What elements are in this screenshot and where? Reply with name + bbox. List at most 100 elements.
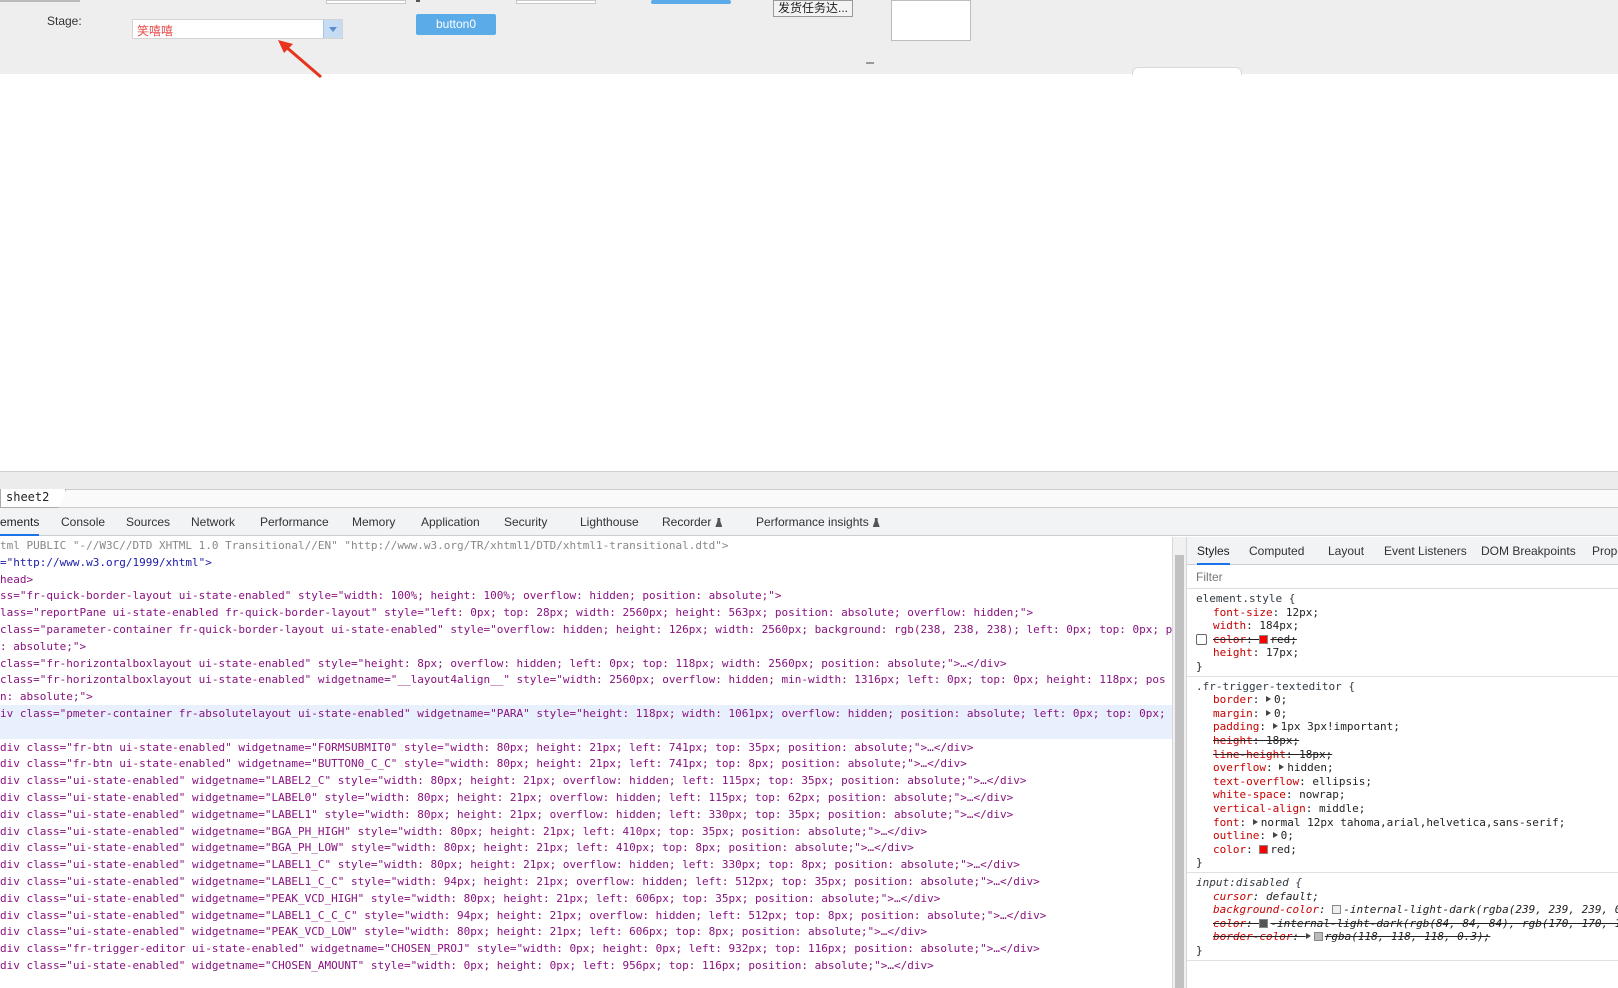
css-declaration[interactable]: text-overflow: ellipsis; xyxy=(1187,775,1618,789)
property-value[interactable]: -internal-light-dark(rgba(239, 239, 239,… xyxy=(1343,903,1618,916)
tab-recorder[interactable]: Recorder xyxy=(662,508,723,536)
property-name[interactable]: background-color xyxy=(1213,903,1319,916)
tab-memory[interactable]: Memory xyxy=(352,508,395,536)
tab-layout[interactable]: Layout xyxy=(1328,537,1364,565)
property-value[interactable]: 184px; xyxy=(1259,619,1299,632)
color-swatch-icon[interactable] xyxy=(1259,918,1269,928)
property-name[interactable]: outline xyxy=(1213,829,1259,842)
property-value[interactable]: 12px; xyxy=(1286,606,1319,619)
expand-triangle-icon[interactable] xyxy=(1272,723,1278,730)
tab-properties[interactable]: Prope xyxy=(1592,537,1618,565)
css-declaration[interactable]: line-height: 18px; xyxy=(1187,748,1618,762)
color-swatch-icon[interactable] xyxy=(1259,844,1269,854)
property-name[interactable]: font xyxy=(1213,816,1240,829)
tab-performance-insights[interactable]: Performance insights xyxy=(756,508,880,536)
dom-node-line[interactable]: class="fr-horizontalboxlayout ui-state-e… xyxy=(0,671,1172,688)
property-value[interactable]: default; xyxy=(1266,890,1319,903)
css-declaration[interactable]: margin: 0; xyxy=(1187,707,1618,721)
property-name[interactable]: padding xyxy=(1213,720,1259,733)
css-declaration[interactable]: color: red; xyxy=(1187,843,1618,857)
tab-dom-breakpoints[interactable]: DOM Breakpoints xyxy=(1481,537,1576,565)
dom-node-line[interactable]: : absolute;"> xyxy=(0,638,1172,655)
property-value[interactable]: 17px; xyxy=(1266,646,1299,659)
property-value[interactable]: red; xyxy=(1270,633,1297,646)
property-name[interactable]: white-space xyxy=(1213,788,1286,801)
dom-node-line[interactable]: div class="ui-state-enabled" widgetname=… xyxy=(0,789,1172,806)
color-swatch-icon[interactable] xyxy=(1259,634,1269,644)
property-value[interactable]: 0; xyxy=(1281,829,1294,842)
color-swatch-icon[interactable] xyxy=(1332,905,1342,915)
dom-node-line[interactable]: class="fr-horizontalboxlayout ui-state-e… xyxy=(0,655,1172,672)
css-declaration[interactable]: font-size: 12px; xyxy=(1187,606,1618,620)
elements-tree[interactable]: tml PUBLIC "-//W3C//DTD XHTML 1.0 Transi… xyxy=(0,537,1172,988)
dom-node-line[interactable]: div class="ui-state-enabled" widgetname=… xyxy=(0,856,1172,873)
tab-event-listeners[interactable]: Event Listeners xyxy=(1384,537,1467,565)
property-name[interactable]: vertical-align xyxy=(1213,802,1306,815)
expand-triangle-icon[interactable] xyxy=(1266,696,1271,703)
tab-network[interactable]: Network xyxy=(191,508,235,536)
css-declaration[interactable]: cursor: default; xyxy=(1187,890,1618,904)
property-name[interactable]: color xyxy=(1213,843,1246,856)
dom-node-line[interactable]: ="http://www.w3.org/1999/xhtml"> xyxy=(0,554,1172,571)
expand-triangle-icon[interactable] xyxy=(1266,709,1271,716)
styles-filter-input[interactable]: Filter xyxy=(1187,565,1618,589)
dom-node-line[interactable]: div class="ui-state-enabled" widgetname=… xyxy=(0,923,1172,940)
css-declaration[interactable]: width: 184px; xyxy=(1187,619,1618,633)
declaration-checkbox[interactable] xyxy=(1196,633,1207,645)
property-name[interactable]: line-height xyxy=(1213,748,1286,761)
dom-node-line[interactable]: div class="fr-btn ui-state-enabled" widg… xyxy=(0,739,1172,756)
color-swatch-icon[interactable] xyxy=(1313,932,1323,942)
property-value[interactable]: 0; xyxy=(1274,693,1287,706)
css-declaration[interactable]: overflow: hidden; xyxy=(1187,761,1618,775)
dom-node-line[interactable]: tml PUBLIC "-//W3C//DTD XHTML 1.0 Transi… xyxy=(0,537,1172,554)
css-declaration[interactable]: color: red; xyxy=(1187,633,1618,647)
property-name[interactable]: font-size xyxy=(1213,606,1273,619)
chevron-down-icon[interactable] xyxy=(323,20,342,38)
dom-node-line[interactable]: ss="fr-quick-border-layout ui-state-enab… xyxy=(0,587,1172,604)
tab-elements[interactable]: ements xyxy=(0,508,40,536)
property-name[interactable]: text-overflow xyxy=(1213,775,1299,788)
tab-application[interactable]: Application xyxy=(421,508,480,536)
sheet-tab[interactable]: sheet2 xyxy=(0,489,67,508)
tab-security[interactable]: Security xyxy=(504,508,547,536)
tab-sources[interactable]: Sources xyxy=(126,508,170,536)
css-declaration[interactable]: font: normal 12px tahoma,arial,helvetica… xyxy=(1187,816,1618,830)
property-value[interactable]: middle; xyxy=(1319,802,1365,815)
scrollbar-thumb[interactable] xyxy=(1175,555,1184,988)
property-name[interactable]: margin xyxy=(1213,707,1253,720)
collapse-handle[interactable] xyxy=(1132,67,1242,75)
dom-node-line[interactable]: div class="fr-trigger-editor ui-state-en… xyxy=(0,940,1172,957)
dom-node-line[interactable]: div class="ui-state-enabled" widgetname=… xyxy=(0,839,1172,856)
property-name[interactable]: overflow xyxy=(1213,761,1266,774)
dispatch-button[interactable]: 发货任务达... xyxy=(773,0,853,17)
button0[interactable]: button0 xyxy=(416,14,496,35)
property-value[interactable]: 1px 3px!important; xyxy=(1281,720,1400,733)
css-declaration[interactable]: background-color: -internal-light-dark(r… xyxy=(1187,903,1618,917)
dom-node-line[interactable]: head> xyxy=(0,571,1172,588)
property-value[interactable]: normal 12px tahoma,arial,helvetica,sans-… xyxy=(1261,816,1566,829)
property-value[interactable]: 18px; xyxy=(1299,748,1332,761)
expand-triangle-icon[interactable] xyxy=(1272,832,1278,839)
property-name[interactable]: height xyxy=(1213,734,1253,747)
css-declaration[interactable]: white-space: nowrap; xyxy=(1187,788,1618,802)
expand-triangle-icon[interactable] xyxy=(1252,818,1258,825)
css-declaration[interactable]: height: 18px; xyxy=(1187,734,1618,748)
property-name[interactable]: border xyxy=(1213,693,1253,706)
dom-node-line[interactable]: lass="reportPane ui-state-enabled fr-qui… xyxy=(0,604,1172,621)
property-value[interactable]: nowrap; xyxy=(1299,788,1345,801)
dom-node-line[interactable]: div class="ui-state-enabled" widgetname=… xyxy=(0,957,1172,974)
stage-combobox[interactable]: 笑嘻嘻 xyxy=(132,19,343,39)
tab-styles[interactable]: Styles xyxy=(1197,537,1230,565)
css-declaration[interactable]: border: 0; xyxy=(1187,693,1618,707)
rule-selector[interactable]: .fr-trigger-texteditor { xyxy=(1187,680,1355,693)
property-name[interactable]: color xyxy=(1213,917,1246,930)
rule-selector[interactable]: element.style { xyxy=(1187,592,1295,605)
tab-computed[interactable]: Computed xyxy=(1249,537,1304,565)
property-name[interactable]: width xyxy=(1213,619,1246,632)
property-value[interactable]: ellipsis; xyxy=(1312,775,1372,788)
tab-console[interactable]: Console xyxy=(61,508,105,536)
css-declaration[interactable]: vertical-align: middle; xyxy=(1187,802,1618,816)
param-input-2[interactable] xyxy=(516,0,596,4)
dom-node-line[interactable]: iv class="pmeter-container fr-absolutela… xyxy=(0,705,1172,722)
property-value[interactable]: 0; xyxy=(1274,707,1287,720)
